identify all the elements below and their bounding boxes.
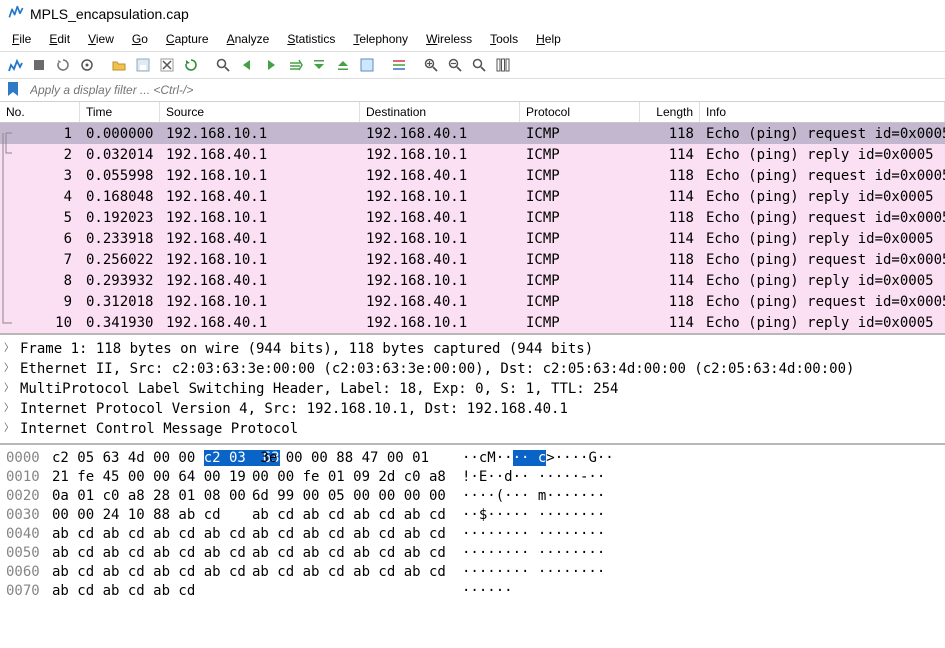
restart-capture-button[interactable] — [52, 54, 74, 76]
packet-list-pane: No. Time Source Destination Protocol Len… — [0, 102, 945, 333]
menu-go[interactable]: Go — [124, 29, 156, 49]
packet-row[interactable]: 70.256022192.168.10.1192.168.40.1ICMP118… — [0, 249, 945, 270]
detail-line[interactable]: 〉MultiProtocol Label Switching Header, L… — [4, 379, 945, 399]
col-header-time[interactable]: Time — [80, 102, 160, 122]
window-title: MPLS_encapsulation.cap — [30, 6, 189, 22]
stop-capture-button[interactable] — [28, 54, 50, 76]
main-toolbar — [0, 51, 945, 79]
packet-row[interactable]: 100.341930192.168.40.1192.168.10.1ICMP11… — [0, 312, 945, 333]
resize-columns-button[interactable] — [492, 54, 514, 76]
packet-bytes-pane[interactable]: 0000c2 05 63 4d 00 00 c2 03 63 3e 00 00 … — [0, 445, 945, 605]
capture-options-button[interactable] — [76, 54, 98, 76]
wireshark-icon — [8, 4, 24, 23]
expand-icon[interactable]: 〉 — [4, 419, 16, 439]
col-header-src[interactable]: Source — [160, 102, 360, 122]
detail-line[interactable]: 〉Frame 1: 118 bytes on wire (944 bits), … — [4, 339, 945, 359]
go-to-packet-button[interactable] — [284, 54, 306, 76]
zoom-out-button[interactable] — [444, 54, 466, 76]
expand-icon[interactable]: 〉 — [4, 399, 16, 419]
hex-line[interactable]: 0070ab cd ab cd ab cd······ — [6, 582, 939, 601]
hex-line[interactable]: 0040ab cd ab cd ab cd ab cdab cd ab cd a… — [6, 525, 939, 544]
packet-row[interactable]: 20.032014192.168.40.1192.168.10.1ICMP114… — [0, 144, 945, 165]
go-last-button[interactable] — [332, 54, 354, 76]
find-button[interactable] — [212, 54, 234, 76]
col-header-dst[interactable]: Destination — [360, 102, 520, 122]
menu-analyze[interactable]: Analyze — [219, 29, 278, 49]
menu-file[interactable]: File — [4, 29, 39, 49]
hex-line[interactable]: 0050ab cd ab cd ab cd ab cdab cd ab cd a… — [6, 544, 939, 563]
detail-line[interactable]: 〉Internet Control Message Protocol — [4, 419, 945, 439]
menu-wireless[interactable]: Wireless — [418, 29, 480, 49]
menu-capture[interactable]: Capture — [158, 29, 217, 49]
bookmark-filter-icon[interactable] — [4, 82, 22, 99]
packet-row[interactable]: 30.055998192.168.10.1192.168.40.1ICMP118… — [0, 165, 945, 186]
packet-row[interactable]: 40.168048192.168.40.1192.168.10.1ICMP114… — [0, 186, 945, 207]
col-header-info[interactable]: Info — [700, 102, 945, 122]
menu-telephony[interactable]: Telephony — [345, 29, 416, 49]
display-filter-bar — [0, 79, 945, 102]
detail-line[interactable]: 〉Ethernet II, Src: c2:03:63:3e:00:00 (c2… — [4, 359, 945, 379]
close-file-button[interactable] — [156, 54, 178, 76]
open-file-button[interactable] — [108, 54, 130, 76]
go-back-button[interactable] — [236, 54, 258, 76]
packet-row[interactable]: 90.312018192.168.10.1192.168.40.1ICMP118… — [0, 291, 945, 312]
detail-line[interactable]: 〉Internet Protocol Version 4, Src: 192.1… — [4, 399, 945, 419]
menu-bar: FileEditViewGoCaptureAnalyzeStatisticsTe… — [0, 27, 945, 51]
menu-tools[interactable]: Tools — [482, 29, 526, 49]
expand-icon[interactable]: 〉 — [4, 379, 16, 399]
zoom-in-button[interactable] — [420, 54, 442, 76]
col-header-no[interactable]: No. — [0, 102, 80, 122]
menu-help[interactable]: Help — [528, 29, 569, 49]
menu-view[interactable]: View — [80, 29, 122, 49]
hex-line[interactable]: 00200a 01 c0 a8 28 01 08 006d 99 00 05 0… — [6, 487, 939, 506]
colorize-button[interactable] — [388, 54, 410, 76]
menu-statistics[interactable]: Statistics — [279, 29, 343, 49]
expand-icon[interactable]: 〉 — [4, 339, 16, 359]
hex-line[interactable]: 0060ab cd ab cd ab cd ab cdab cd ab cd a… — [6, 563, 939, 582]
save-file-button[interactable] — [132, 54, 154, 76]
expand-icon[interactable]: 〉 — [4, 359, 16, 379]
reload-button[interactable] — [180, 54, 202, 76]
packet-row[interactable]: 50.192023192.168.10.1192.168.40.1ICMP118… — [0, 207, 945, 228]
go-forward-button[interactable] — [260, 54, 282, 76]
packet-row[interactable]: 80.293932192.168.40.1192.168.10.1ICMP114… — [0, 270, 945, 291]
packet-row[interactable]: 60.233918192.168.40.1192.168.10.1ICMP114… — [0, 228, 945, 249]
zoom-reset-button[interactable] — [468, 54, 490, 76]
hex-line[interactable]: 003000 00 24 10 88 ab cdab cd ab cd ab c… — [6, 506, 939, 525]
hex-line[interactable]: 001021 fe 45 00 00 64 00 1900 00 fe 01 0… — [6, 468, 939, 487]
start-capture-button[interactable] — [4, 54, 26, 76]
go-first-button[interactable] — [308, 54, 330, 76]
col-header-len[interactable]: Length — [640, 102, 700, 122]
menu-edit[interactable]: Edit — [41, 29, 78, 49]
col-header-proto[interactable]: Protocol — [520, 102, 640, 122]
hex-line[interactable]: 0000c2 05 63 4d 00 00 c2 03 63 3e 00 00 … — [6, 449, 939, 468]
packet-row[interactable]: 10.000000192.168.10.1192.168.40.1ICMP118… — [0, 123, 945, 144]
packet-details-pane[interactable]: 〉Frame 1: 118 bytes on wire (944 bits), … — [0, 335, 945, 443]
display-filter-input[interactable] — [26, 81, 941, 99]
packet-list-header[interactable]: No. Time Source Destination Protocol Len… — [0, 102, 945, 123]
auto-scroll-button[interactable] — [356, 54, 378, 76]
title-bar: MPLS_encapsulation.cap — [0, 0, 945, 27]
